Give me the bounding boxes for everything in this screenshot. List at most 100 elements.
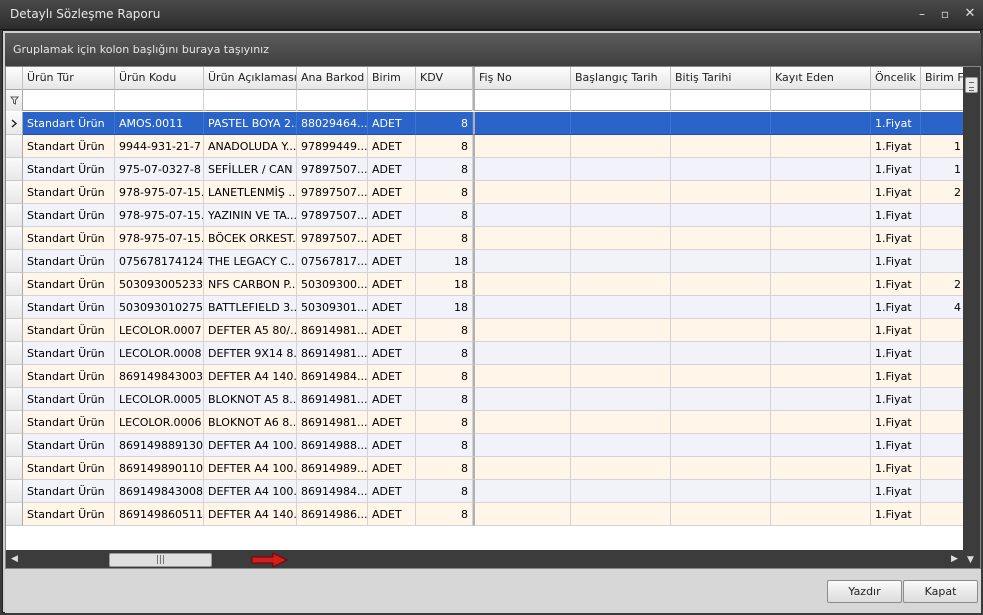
table-cell[interactable]: ADET bbox=[368, 204, 416, 227]
table-cell[interactable]: 8 bbox=[416, 503, 473, 526]
horizontal-scroll-thumb[interactable]: ||| bbox=[109, 553, 212, 567]
table-cell[interactable]: 88029464... bbox=[297, 112, 368, 135]
table-cell[interactable] bbox=[771, 204, 871, 227]
column-header[interactable]: Ana Barkod bbox=[297, 67, 368, 90]
table-cell[interactable]: 97897507... bbox=[297, 204, 368, 227]
table-cell[interactable] bbox=[771, 273, 871, 296]
table-cell[interactable] bbox=[921, 480, 966, 503]
table-cell[interactable]: ADET bbox=[368, 342, 416, 365]
column-header[interactable]: Ürün Açıklaması bbox=[204, 67, 297, 90]
filter-cell[interactable] bbox=[771, 90, 871, 111]
table-cell[interactable]: 86914981... bbox=[297, 319, 368, 342]
filter-cell[interactable] bbox=[115, 90, 204, 111]
row-indicator[interactable] bbox=[6, 411, 23, 434]
table-cell[interactable] bbox=[473, 411, 571, 434]
table-cell[interactable] bbox=[571, 181, 671, 204]
column-header[interactable]: Ürün Tür bbox=[23, 67, 115, 90]
table-cell[interactable]: 50309301... bbox=[297, 296, 368, 319]
table-cell[interactable] bbox=[571, 319, 671, 342]
table-cell[interactable]: ADET bbox=[368, 457, 416, 480]
vertical-scrollbar[interactable]: ▼ bbox=[963, 67, 980, 568]
table-cell[interactable] bbox=[771, 135, 871, 158]
table-cell[interactable] bbox=[473, 457, 571, 480]
table-cell[interactable] bbox=[671, 503, 771, 526]
table-cell[interactable]: Standart Ürün bbox=[23, 457, 115, 480]
table-cell[interactable]: PASTEL BOYA 2... bbox=[204, 112, 297, 135]
table-cell[interactable] bbox=[921, 204, 966, 227]
row-indicator[interactable] bbox=[6, 434, 23, 457]
table-cell[interactable]: 8691498605116 bbox=[115, 503, 204, 526]
table-cell[interactable] bbox=[473, 204, 571, 227]
table-cell[interactable]: 1.Fiyat bbox=[871, 112, 921, 135]
vertical-scroll-thumb[interactable] bbox=[965, 77, 978, 93]
table-cell[interactable]: 86914981... bbox=[297, 411, 368, 434]
table-cell[interactable] bbox=[921, 434, 966, 457]
row-indicator[interactable] bbox=[6, 181, 23, 204]
table-cell[interactable]: ADET bbox=[368, 365, 416, 388]
table-cell[interactable]: 1.Fiyat bbox=[871, 411, 921, 434]
table-row[interactable]: Standart Ürün AMOS.0011 PASTEL BOYA 2... 88… bbox=[6, 112, 966, 135]
table-cell[interactable]: Standart Ürün bbox=[23, 342, 115, 365]
table-cell[interactable]: 1.Fiyat bbox=[871, 181, 921, 204]
column-header[interactable]: Birim bbox=[368, 67, 416, 90]
table-cell[interactable] bbox=[921, 411, 966, 434]
table-cell[interactable] bbox=[671, 342, 771, 365]
table-cell[interactable]: ADET bbox=[368, 319, 416, 342]
table-cell[interactable] bbox=[671, 181, 771, 204]
table-cell[interactable]: SEFİLLER / CAN bbox=[204, 158, 297, 181]
table-cell[interactable]: 8691498430039 bbox=[115, 365, 204, 388]
table-cell[interactable] bbox=[921, 342, 966, 365]
table-cell[interactable]: 8 bbox=[416, 158, 473, 181]
column-header[interactable]: Birim Fiyat bbox=[921, 67, 966, 90]
table-cell[interactable] bbox=[921, 250, 966, 273]
table-cell[interactable]: 1.Fiyat bbox=[871, 227, 921, 250]
table-row[interactable]: Standart Ürün 5030930052331 NFS CARBON P..… bbox=[6, 273, 966, 296]
table-cell[interactable]: 18 bbox=[416, 250, 473, 273]
row-indicator[interactable] bbox=[6, 204, 23, 227]
table-cell[interactable] bbox=[473, 273, 571, 296]
table-row[interactable]: Standart Ürün 8691498430039 DEFTER A4 140.… bbox=[6, 365, 966, 388]
table-cell[interactable]: 1.Fiyat bbox=[871, 296, 921, 319]
table-cell[interactable]: 9944-931-21-7 bbox=[115, 135, 204, 158]
scroll-down-icon[interactable]: ▼ bbox=[967, 555, 974, 565]
table-cell[interactable] bbox=[671, 411, 771, 434]
table-cell[interactable]: ADET bbox=[368, 250, 416, 273]
row-indicator[interactable] bbox=[6, 319, 23, 342]
table-cell[interactable]: Standart Ürün bbox=[23, 388, 115, 411]
table-cell[interactable]: 8 bbox=[416, 342, 473, 365]
table-cell[interactable] bbox=[571, 112, 671, 135]
table-cell[interactable]: DEFTER A5 80/... bbox=[204, 319, 297, 342]
table-cell[interactable]: 1.Fiyat bbox=[871, 342, 921, 365]
table-cell[interactable] bbox=[921, 227, 966, 250]
table-cell[interactable]: 1.Fiyat bbox=[871, 480, 921, 503]
table-cell[interactable] bbox=[571, 250, 671, 273]
table-cell[interactable] bbox=[473, 227, 571, 250]
table-cell[interactable]: Standart Ürün bbox=[23, 296, 115, 319]
table-cell[interactable] bbox=[771, 342, 871, 365]
scroll-left-icon[interactable]: ◀ bbox=[11, 554, 18, 564]
table-cell[interactable]: LECOLOR.0005 bbox=[115, 388, 204, 411]
table-cell[interactable]: 86914981... bbox=[297, 388, 368, 411]
table-cell[interactable]: ADET bbox=[368, 388, 416, 411]
table-cell[interactable] bbox=[771, 112, 871, 135]
table-cell[interactable]: 1.Fiyat bbox=[871, 457, 921, 480]
table-cell[interactable] bbox=[771, 319, 871, 342]
table-cell[interactable]: LANETLENMİŞ ... bbox=[204, 181, 297, 204]
table-cell[interactable]: 8 bbox=[416, 480, 473, 503]
table-cell[interactable]: LECOLOR.0008 bbox=[115, 342, 204, 365]
table-cell[interactable] bbox=[771, 480, 871, 503]
column-header[interactable]: KDV bbox=[416, 67, 473, 90]
table-row[interactable]: Standart Ürün LECOLOR.0008 DEFTER 9X14 8..… bbox=[6, 342, 966, 365]
table-cell[interactable]: 8691498891304 bbox=[115, 434, 204, 457]
table-row[interactable]: Standart Ürün 8691498901102 DEFTER A4 100.… bbox=[6, 457, 966, 480]
table-cell[interactable]: 2 bbox=[921, 273, 966, 296]
table-cell[interactable]: 1 bbox=[921, 158, 966, 181]
row-indicator[interactable] bbox=[6, 158, 23, 181]
filter-cell[interactable] bbox=[571, 90, 671, 111]
table-cell[interactable]: DEFTER A4 140... bbox=[204, 503, 297, 526]
table-cell[interactable]: 1.Fiyat bbox=[871, 365, 921, 388]
table-row[interactable]: Standart Ürün 8691498605116 DEFTER A4 140.… bbox=[6, 503, 966, 526]
table-cell[interactable] bbox=[771, 227, 871, 250]
table-cell[interactable]: 07567817... bbox=[297, 250, 368, 273]
table-cell[interactable]: 1.Fiyat bbox=[871, 135, 921, 158]
